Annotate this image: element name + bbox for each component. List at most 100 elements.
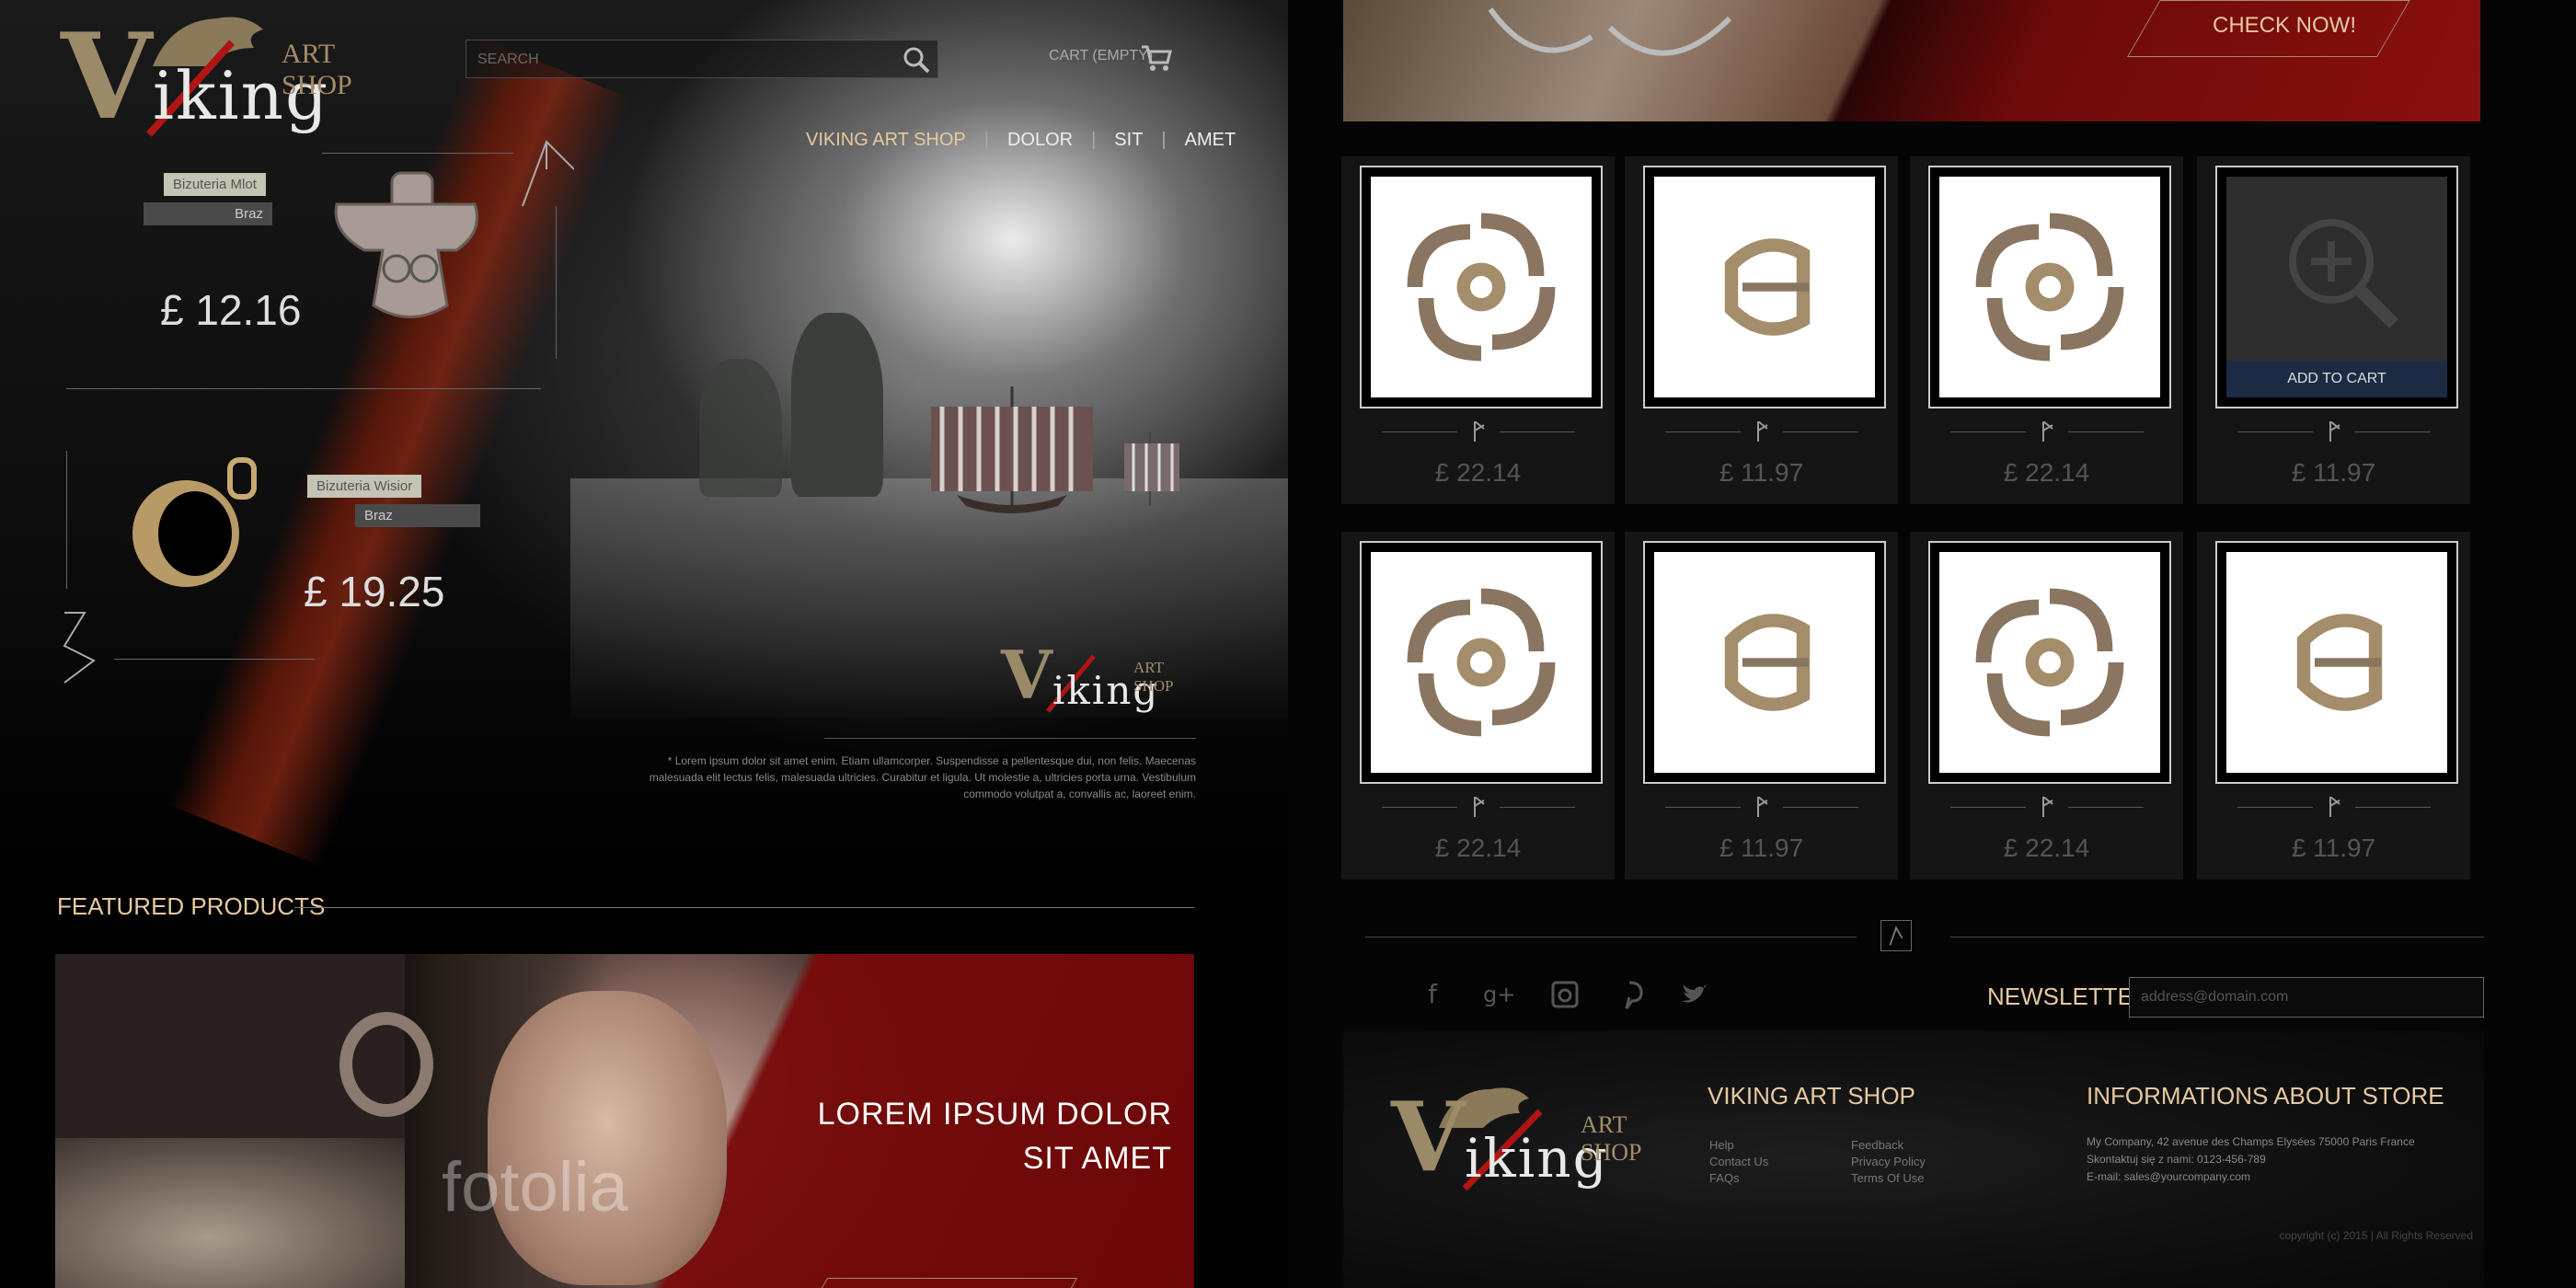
footer-col-title: VIKING ART SHOP [1708,1082,1915,1110]
zoom-in-icon[interactable] [2283,213,2403,333]
search-box [466,40,938,78]
product-card[interactable]: £ 22.14 [1910,532,2183,880]
banner-fur [55,1138,442,1288]
product-price: £ 11.97 [2291,458,2376,487]
product-image-frame[interactable] [1360,166,1603,408]
chain-necklace-illustration [1488,7,1732,56]
nav-item-amet[interactable]: AMET [1185,130,1236,151]
product-card[interactable]: £ 22.14 [1341,532,1615,880]
brooch-image [1975,588,2124,737]
left-panel: V iking ART SHOP CART (EMPTY) VIKING ART… [0,0,1288,1288]
rune-divider [1382,797,1575,817]
footer-link-help[interactable]: Help [1709,1137,1768,1154]
product-image[interactable] [1654,552,1875,773]
decor-line [556,206,557,359]
product-image[interactable] [1939,552,2160,773]
product-image-frame[interactable] [1643,166,1886,408]
product-price: £ 22.14 [1434,458,1522,487]
logo-artshop: ART SHOP [282,39,352,100]
product-image-frame[interactable] [2215,541,2458,784]
product-image-frame[interactable] [1643,541,1886,784]
banner-cta-frame[interactable] [810,1278,1078,1288]
banner-watermark: fotolia [442,1148,628,1226]
product-image-frame[interactable] [1360,541,1603,784]
nav-item-viking-art-shop[interactable]: VIKING ART SHOP [806,130,966,151]
add-to-cart-button[interactable]: ADD TO CART [2226,361,2447,397]
viking-ships-illustration [931,386,1179,513]
product-material: Braz [144,202,272,225]
search-icon[interactable] [903,46,930,74]
footer-link-privacy[interactable]: Privacy Policy [1851,1154,1926,1170]
decor-line [322,153,513,154]
newsletter-label: NEWSLETTER [1987,983,2151,1010]
footer-link-contact[interactable]: Contact Us [1709,1154,1768,1170]
store-email[interactable]: E-mail: sales@yourcompany.com [2087,1168,2415,1186]
nav-item-dolor[interactable]: DOLOR [1007,130,1073,151]
search-input[interactable] [476,48,884,72]
product-card[interactable]: £ 11.97 [2197,532,2470,880]
hero-rock [791,313,883,497]
product-price: £ 19.25 [304,568,445,615]
ring-pendant-image[interactable] [112,456,269,594]
product-material: Braz [355,504,480,527]
product-image-frame[interactable] [1928,166,2171,408]
logo-artshop: ART SHOP [1581,1111,1642,1166]
twitter-icon[interactable] [1678,979,1709,1010]
rune-divider [2237,421,2431,442]
logo-artshop: ART SHOP [1133,659,1174,695]
instagram-icon[interactable] [1549,979,1581,1010]
footer-link-feedback[interactable]: Feedback [1851,1137,1926,1154]
product-image[interactable] [1371,177,1592,397]
cart-link[interactable]: CART (EMPTY) [1049,48,1153,64]
newsletter-email-input[interactable] [2129,977,2484,1018]
check-now-button[interactable]: CHECK NOW! [2213,13,2356,39]
facebook-icon[interactable]: f [1417,979,1448,1010]
product-image-frame[interactable] [1928,541,2171,784]
nav-separator: | [1161,129,1167,150]
product-tag: Bizuteria Mlot [164,173,266,196]
banner-headline: LOREM IPSUM DOLOR SIT AMET [818,1092,1172,1180]
footer-link-faqs[interactable]: FAQs [1709,1170,1768,1187]
rune-icon [1757,421,1768,442]
product-card[interactable]: £ 22.14 [1341,156,1615,504]
google-plus-icon[interactable]: g+ [1483,979,1515,1010]
product-card[interactable]: £ 11.97 [1625,532,1898,880]
product-image[interactable] [2226,552,2447,773]
site-logo[interactable]: V iking ART SHOP [61,11,392,140]
featured-banner[interactable]: fotolia LOREM IPSUM DOLOR SIT AMET [55,954,1194,1288]
product-image[interactable] [1939,177,2160,397]
rune-decoration-icon [63,612,96,684]
nav-item-sit[interactable]: SIT [1114,130,1143,151]
buckle-image [2296,614,2383,711]
thor-hammer-pendant-image[interactable] [309,167,512,333]
product-image-frame[interactable]: ADD TO CART [2215,166,2458,408]
rune-divider [1665,797,1858,817]
rune-divider [2237,797,2431,817]
product-image[interactable] [1654,177,1875,397]
buckle-image [1724,238,1811,336]
promo-banner-bottom[interactable]: CHECK NOW! [1343,0,2480,121]
product-price: £ 22.14 [2003,458,2090,487]
product-card[interactable]: ADD TO CART £ 11.97 [2197,156,2470,504]
divider-line [66,388,541,389]
footer-store-info: My Company, 42 avenue des Champs Elysées… [2087,1133,2415,1186]
rune-decoration-icon [522,140,574,207]
footer-link-terms[interactable]: Terms Of Use [1851,1170,1926,1187]
footer-col-title: INFORMATIONS ABOUT STORE [2087,1082,2444,1110]
product-price: £ 11.97 [2291,834,2376,862]
hero-description: * Lorem ipsum dolor sit amet enim. Etiam… [649,754,1196,800]
nav-separator: | [983,129,989,150]
footer-links-a: Help Contact Us FAQs [1709,1137,1768,1187]
rune-icon [1474,421,1485,442]
pinterest-icon[interactable] [1614,979,1645,1010]
product-card[interactable]: £ 22.14 [1910,156,2183,504]
rune-divider [1950,797,2144,817]
product-image[interactable] [1371,552,1592,773]
rune-icon [2329,797,2340,817]
product-card[interactable]: £ 11.97 [1625,156,1898,504]
product-image-hover[interactable]: ADD TO CART [2226,177,2447,397]
rune-divider [1665,421,1858,442]
brooch-image [1407,213,1556,362]
footer-logo[interactable]: V iking ART SHOP [1391,1082,1685,1202]
shopping-cart-icon[interactable] [1141,44,1172,72]
